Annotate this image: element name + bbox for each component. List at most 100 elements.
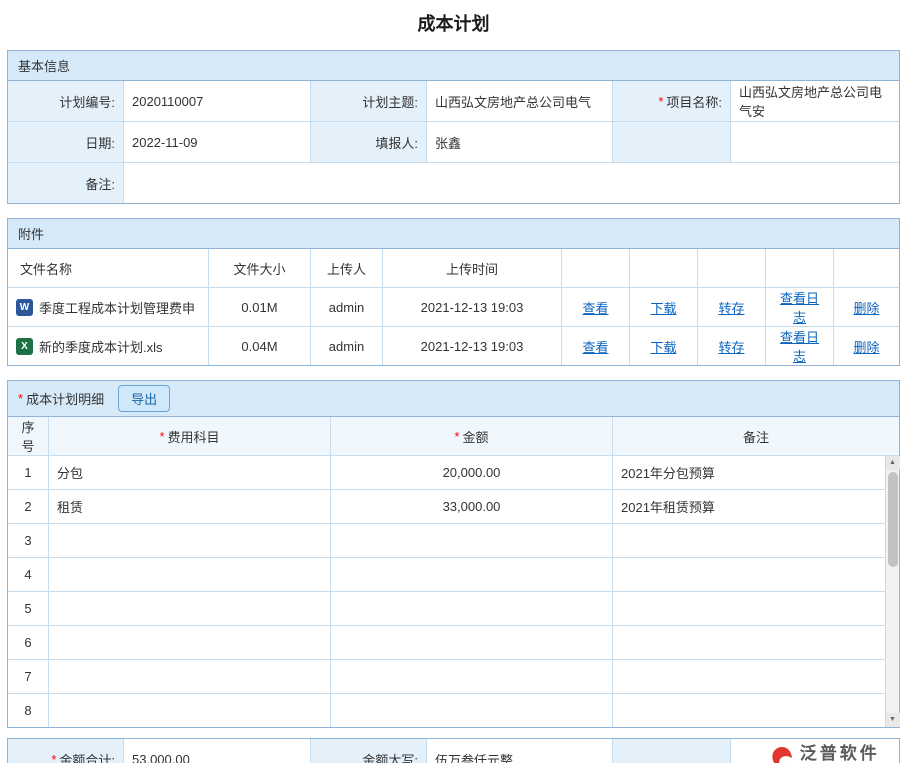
upload-time: 2021-12-13 19:03 xyxy=(382,327,561,365)
seq-cell: 5 xyxy=(8,592,48,625)
plan-subject-value: 山西弘文房地产总公司电气 xyxy=(426,81,612,121)
seq-cell: 8 xyxy=(8,694,48,727)
file-size: 0.01M xyxy=(208,288,310,326)
subject-cell xyxy=(48,626,330,659)
remark-label: 备注: xyxy=(8,163,123,203)
subject-cell xyxy=(48,592,330,625)
amount-in-words-label-text: 金额大写: xyxy=(362,750,418,763)
vertical-scrollbar[interactable]: ▲ ▼ xyxy=(885,456,899,727)
fanpu-logo-text: 泛普软件 xyxy=(800,745,895,763)
col-action xyxy=(697,249,765,287)
reporter-label: 填报人: xyxy=(310,122,426,162)
view-link-cell: 查看 xyxy=(561,327,629,365)
attachment-row: X 新的季度成本计划.xls 0.04M admin 2021-12-13 19… xyxy=(8,326,899,365)
col-seq: 序号 xyxy=(8,417,48,455)
seq-cell: 6 xyxy=(8,626,48,659)
basic-info-section-header: 基本信息 xyxy=(8,51,899,81)
transfer-link-cell: 转存 xyxy=(697,288,765,326)
amount-cell xyxy=(330,626,612,659)
details-rows: 1 分包 20,000.00 2021年分包预算 2 租赁 33,000.00 … xyxy=(8,456,885,727)
total-amount-value: 53,000.00 xyxy=(123,739,310,763)
fanpu-logo: 泛普软件 www.fanpusoft.com xyxy=(768,745,895,763)
remark-cell xyxy=(612,592,885,625)
project-name-label: *项目名称: xyxy=(612,81,730,121)
plan-number-label-text: 计划编号: xyxy=(59,92,115,111)
remark-cell: 2021年分包预算 xyxy=(612,456,885,489)
empty-label-cell xyxy=(612,122,730,162)
logo-cell: 泛普软件 www.fanpusoft.com xyxy=(730,739,899,763)
remark-value xyxy=(123,163,899,203)
basic-info-row-3: 备注: xyxy=(8,162,899,203)
scroll-down-arrow-icon[interactable]: ▼ xyxy=(886,713,900,727)
transfer-link[interactable]: 转存 xyxy=(718,337,744,356)
download-link[interactable]: 下载 xyxy=(650,298,676,317)
transfer-link[interactable]: 转存 xyxy=(718,298,744,317)
view-link[interactable]: 查看 xyxy=(582,337,608,356)
reporter-value: 张鑫 xyxy=(426,122,612,162)
summary-footer: *金额合计: 53,000.00 金额大写: 伍万叁仟元整 泛普软件 www.f… xyxy=(7,738,900,763)
amount-cell: 33,000.00 xyxy=(330,490,612,523)
page-title: 成本计划 xyxy=(7,10,900,36)
seq-cell: 2 xyxy=(8,490,48,523)
uploader: admin xyxy=(310,327,382,365)
detail-row: 1 分包 20,000.00 2021年分包预算 xyxy=(8,456,885,489)
col-file-size: 文件大小 xyxy=(208,249,310,287)
total-amount-label-text: 金额合计: xyxy=(59,750,115,763)
scroll-up-arrow-icon[interactable]: ▲ xyxy=(886,456,900,470)
upload-time: 2021-12-13 19:03 xyxy=(382,288,561,326)
col-amount: *金额 xyxy=(330,417,612,455)
subject-cell: 分包 xyxy=(48,456,330,489)
col-action xyxy=(629,249,697,287)
details-table-header: 序号 *费用科目 *金额 备注 xyxy=(8,417,899,456)
delete-link[interactable]: 删除 xyxy=(853,337,879,356)
amount-cell xyxy=(330,660,612,693)
empty-footer-cell xyxy=(612,739,730,763)
view-link-cell: 查看 xyxy=(561,288,629,326)
export-button[interactable]: 导出 xyxy=(118,385,170,412)
amount-cell: 20,000.00 xyxy=(330,456,612,489)
detail-row: 2 租赁 33,000.00 2021年租赁预算 xyxy=(8,489,885,523)
subject-cell xyxy=(48,694,330,727)
col-action xyxy=(765,249,833,287)
detail-row: 4 xyxy=(8,557,885,591)
word-file-icon: W xyxy=(16,299,33,316)
plan-number-value: 2020110007 xyxy=(123,81,310,121)
remark-label-text: 备注: xyxy=(85,174,115,193)
remark-cell xyxy=(612,660,885,693)
detail-row: 7 xyxy=(8,659,885,693)
scrollbar-thumb[interactable] xyxy=(888,472,898,567)
delete-link[interactable]: 删除 xyxy=(853,298,879,317)
view-log-link[interactable]: 查看日志 xyxy=(774,327,825,365)
col-file-name: 文件名称 xyxy=(8,249,208,287)
remark-cell: 2021年租赁预算 xyxy=(612,490,885,523)
col-action xyxy=(561,249,629,287)
download-link[interactable]: 下载 xyxy=(650,337,676,356)
date-label-text: 日期: xyxy=(85,133,115,152)
fanpu-logo-text-wrap: 泛普软件 www.fanpusoft.com xyxy=(800,745,895,763)
amount-cell xyxy=(330,524,612,557)
download-link-cell: 下载 xyxy=(629,327,697,365)
amount-cell xyxy=(330,592,612,625)
download-link-cell: 下载 xyxy=(629,288,697,326)
col-upload-time: 上传时间 xyxy=(382,249,561,287)
seq-cell: 7 xyxy=(8,660,48,693)
details-table-body: 1 分包 20,000.00 2021年分包预算 2 租赁 33,000.00 … xyxy=(8,456,899,727)
file-name: 新的季度成本计划.xls xyxy=(39,337,163,356)
amount-cell xyxy=(330,558,612,591)
view-link[interactable]: 查看 xyxy=(582,298,608,317)
file-name-cell: W 季度工程成本计划管理费申 xyxy=(8,288,208,326)
col-subject: *费用科目 xyxy=(48,417,330,455)
delete-link-cell: 删除 xyxy=(833,288,899,326)
file-name-cell: X 新的季度成本计划.xls xyxy=(8,327,208,365)
reporter-label-text: 填报人: xyxy=(375,133,418,152)
amount-cell xyxy=(330,694,612,727)
basic-info-section: 基本信息 计划编号: 2020110007 计划主题: 山西弘文房地产总公司电气… xyxy=(7,50,900,204)
col-uploader: 上传人 xyxy=(310,249,382,287)
amount-in-words-label: 金额大写: xyxy=(310,739,426,763)
remark-cell xyxy=(612,524,885,557)
view-log-link[interactable]: 查看日志 xyxy=(774,288,825,326)
detail-row: 5 xyxy=(8,591,885,625)
uploader: admin xyxy=(310,288,382,326)
basic-info-row-1: 计划编号: 2020110007 计划主题: 山西弘文房地产总公司电气 *项目名… xyxy=(8,81,899,121)
view-log-link-cell: 查看日志 xyxy=(765,327,833,365)
